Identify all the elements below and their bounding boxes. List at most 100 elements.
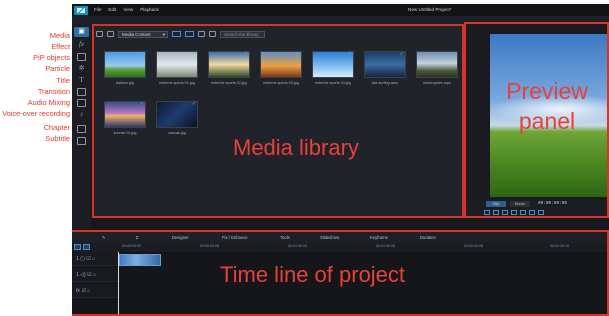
fullscreen-icon[interactable] [538, 210, 544, 215]
previous-frame-icon[interactable] [502, 210, 508, 215]
room-sidebar: ▣ fx ✲ T ♪ [72, 24, 91, 229]
timeline-view-icon[interactable] [74, 244, 81, 250]
check-icon: ✓ [139, 101, 144, 107]
ruler-mark: 00:00:03:08 [200, 244, 219, 248]
annotation-particle: Particle [45, 64, 70, 73]
timeline-toolbar: ✎ ⌗ Designer Fix / Enhance Tools Slidesh… [72, 232, 607, 243]
media-caption: extreme sports 03.jpg [263, 81, 299, 85]
app-logo-icon [74, 6, 88, 15]
media-thumbnail[interactable]: ✓ [104, 101, 146, 128]
playhead[interactable] [118, 252, 119, 314]
media-thumbnail[interactable]: ✓ [416, 51, 458, 78]
annotation-title: Title [56, 76, 70, 85]
annotation-chapter: Chapter [43, 123, 70, 132]
next-frame-icon[interactable] [511, 210, 517, 215]
plugin-icon[interactable] [107, 31, 114, 37]
filter-icon[interactable] [209, 31, 216, 37]
check-icon: ✓ [295, 51, 300, 57]
media-thumbnail[interactable]: ✓ [312, 51, 354, 78]
annotation-voice-over: Voice-over recording [2, 109, 70, 118]
view-list-icon[interactable] [185, 31, 194, 37]
play-icon[interactable] [484, 210, 490, 215]
media-caption: extreme sports 02.jpg [211, 81, 247, 85]
clip-mode-button[interactable]: Clip [486, 201, 506, 207]
media-caption: motorcycles.mpo [423, 81, 451, 85]
transition-room-icon[interactable] [77, 88, 86, 96]
media-thumbnail[interactable]: ✓ [156, 101, 198, 128]
ruler-mark: 00:02:00:08 [464, 244, 483, 248]
preview-controls: Clip Movie 00:00:00:00 [466, 200, 607, 216]
media-toolbar: Media Content Search the library [96, 29, 462, 39]
designer-button[interactable]: Designer [172, 235, 189, 240]
subtitle-room-icon[interactable] [77, 137, 86, 145]
timeline-clip[interactable] [119, 254, 161, 266]
editor-window: File Edit View Playback New Untitled Pro… [72, 4, 609, 316]
annotation-audio-mixing: Audio Mixing [27, 98, 70, 107]
menu-edit[interactable]: Edit [108, 7, 116, 12]
annotation-pip-objects: PiP objects [33, 53, 70, 62]
media-library-label: Media library [233, 135, 359, 160]
effect-room-icon[interactable]: fx [77, 40, 86, 48]
tools-button[interactable]: Tools [280, 235, 290, 240]
title-room-icon[interactable]: T [77, 76, 86, 84]
check-icon: ✓ [399, 51, 404, 57]
menu-playback[interactable]: Playback [140, 7, 159, 12]
media-thumbnail[interactable]: ✓ [260, 51, 302, 78]
sort-icon[interactable] [198, 31, 205, 37]
storyboard-view-icon[interactable] [83, 244, 90, 250]
menu-view[interactable]: View [123, 7, 133, 12]
audio-mixing-room-icon[interactable] [77, 99, 86, 107]
timeline-tool-icon[interactable]: ✎ [102, 235, 106, 240]
check-icon: ✓ [191, 101, 196, 107]
media-thumbnail[interactable]: ✓ [156, 51, 198, 78]
fix-enhance-button[interactable]: Fix / Enhance [222, 235, 248, 240]
snapshot-icon[interactable] [520, 210, 526, 215]
effect-track-header[interactable]: fx ☑ ⌂ [72, 284, 118, 298]
annotation-column: Media Effect PiP objects Particle Title … [0, 0, 70, 316]
slideshow-button[interactable]: Slideshow [320, 235, 339, 240]
screenshot-root: Media Effect PiP objects Particle Title … [0, 0, 609, 316]
pip-room-icon[interactable] [77, 53, 86, 61]
check-icon: ✓ [191, 51, 196, 57]
media-content-dropdown[interactable]: Media Content [118, 30, 168, 38]
keyframe-button[interactable]: Keyframe [370, 235, 388, 240]
video-track-header[interactable]: 1 ▢ ☑ ⌂ [72, 252, 118, 266]
media-caption: kite surfing.wmv [371, 81, 399, 85]
view-grid-icon[interactable] [172, 31, 181, 37]
duration-button[interactable]: Duration [420, 235, 436, 240]
import-media-icon[interactable] [96, 31, 103, 37]
timeline-panel: ✎ ⌗ Designer Fix / Enhance Tools Slidesh… [72, 230, 609, 316]
preview-panel-label: Preview panel [506, 78, 588, 134]
check-icon: ✓ [243, 51, 248, 57]
media-thumbnail[interactable]: ✓ [364, 51, 406, 78]
check-icon: ✓ [139, 51, 144, 57]
title-bar: File Edit View Playback New Untitled Pro… [72, 4, 609, 16]
particle-room-icon[interactable]: ✲ [77, 65, 86, 73]
ruler-mark: 00:01:30:06 [376, 244, 395, 248]
volume-icon[interactable] [529, 210, 535, 215]
media-search-input[interactable]: Search the library [220, 30, 265, 38]
check-icon: ✓ [451, 51, 456, 57]
ruler-mark: 00:02:30:10 [550, 244, 569, 248]
media-caption: sunrise 01.jpg [113, 131, 137, 135]
movie-mode-button[interactable]: Movie [510, 201, 530, 207]
project-title: New Untitled Project* [408, 7, 452, 12]
media-caption: extreme sports 04.jpg [315, 81, 351, 85]
media-thumbnail[interactable]: ✓ [104, 51, 146, 78]
audio-track-header[interactable]: 1 ◁) ☑ ⌂ [72, 268, 118, 282]
media-room-icon[interactable]: ▣ [74, 27, 89, 37]
menu-bar: File Edit View Playback [94, 7, 159, 12]
playback-buttons [484, 210, 604, 216]
check-icon: ✓ [347, 51, 352, 57]
split-icon[interactable]: ⌗ [136, 235, 138, 240]
chapter-room-icon[interactable] [77, 125, 86, 133]
ruler-mark: 00:01:00:04 [288, 244, 307, 248]
media-caption: canvas.jpg [168, 131, 186, 135]
voice-over-room-icon[interactable]: ♪ [77, 111, 86, 119]
timeline-ruler: 00:00:00:00 00:00:03:08 00:01:00:04 00:0… [72, 243, 607, 252]
media-caption: extreme sports 01.jpg [159, 81, 195, 85]
menu-file[interactable]: File [94, 7, 101, 12]
media-thumbnail[interactable]: ✓ [208, 51, 250, 78]
stop-icon[interactable] [493, 210, 499, 215]
media-library-panel: Media Content Search the library ✓ ballo… [92, 24, 464, 218]
